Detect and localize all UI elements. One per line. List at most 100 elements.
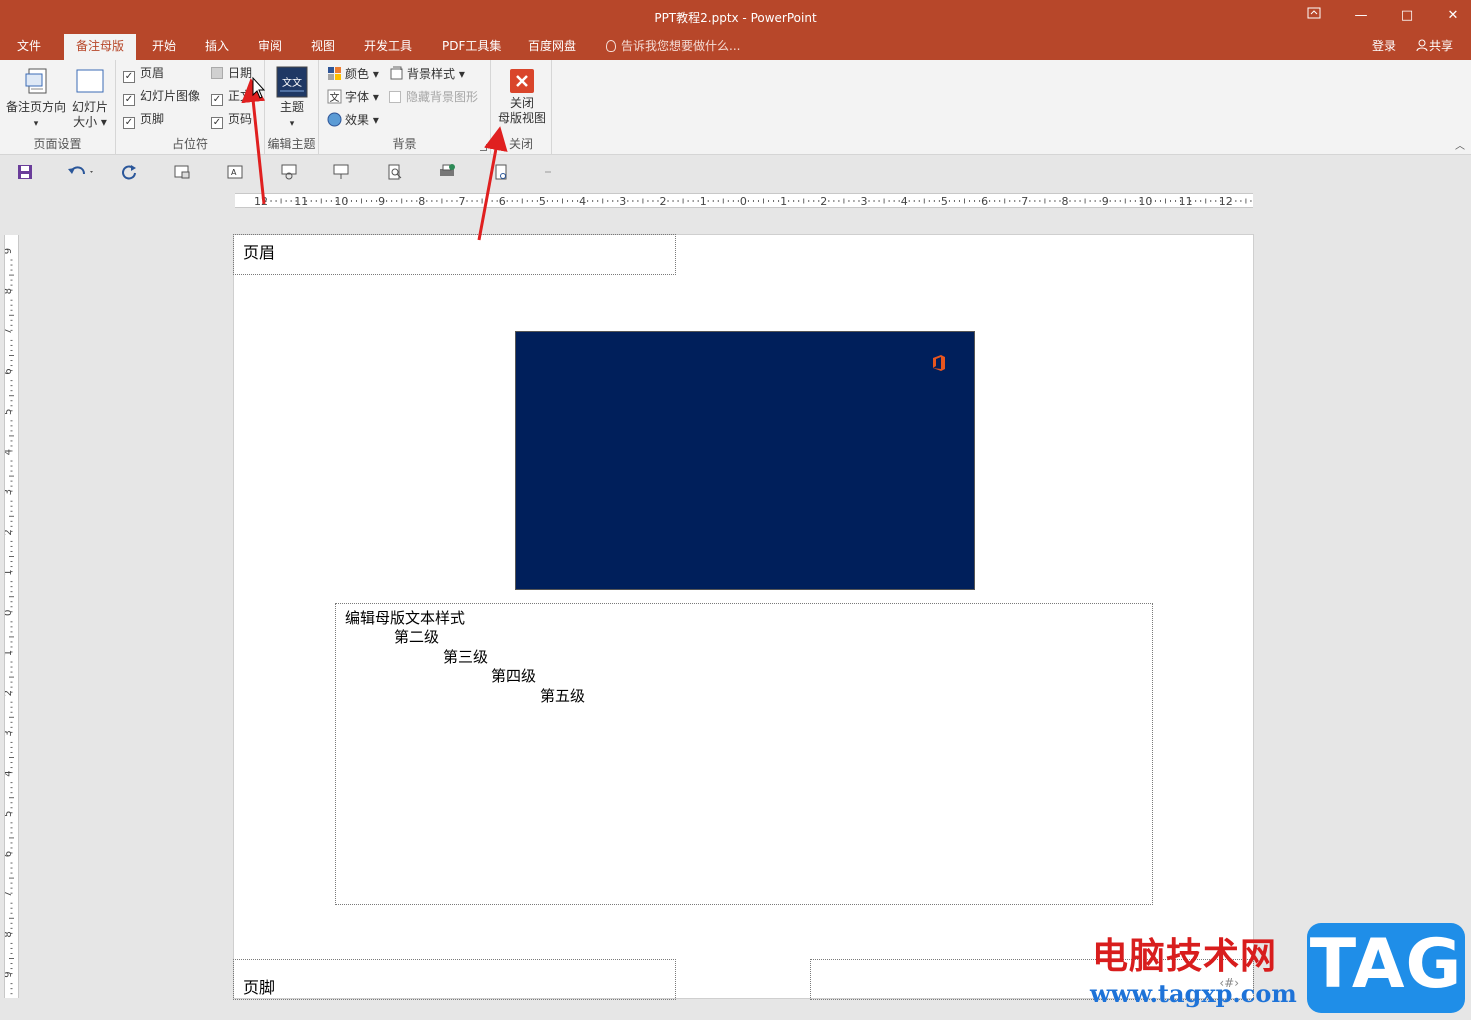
ruler-label: 1 [5,650,14,656]
ribbon: 备注页方向 ▾ 幻灯片 大小 ▾ 页面设置 ✓ 页眉 ✓ 幻灯片图像 ✓ 页脚 日期 … [0,60,1471,155]
colors-icon [328,67,341,80]
unchecked-box-icon [389,91,401,103]
tab-developer[interactable]: 开发工具 [352,34,424,60]
watermark-tag-logo: TAG [1307,923,1465,1013]
slide-image-placeholder[interactable] [515,331,975,590]
print-preview-icon[interactable] [386,163,404,181]
close-icon [510,69,534,93]
tab-insert[interactable]: 插入 [193,34,241,60]
close-window-button[interactable]: ✕ [1442,6,1464,26]
slide-size-label-2: 大小 ▾ [73,115,107,129]
ruler-label: 5 [539,195,546,207]
background-styles-button[interactable]: 背景样式 ▾ [389,64,465,84]
watermark-url: www.tagxp.com [1090,979,1297,1008]
horizontal-ruler: 12 11 10 9 8 7 6 5 4 3 2 1 0 1 2 3 4 5 6 7 8 9 10 11 12 [235,193,1253,208]
effects-button[interactable]: 效果 ▾ [327,110,379,130]
checkbox-date-label: 日期 [228,66,253,80]
watermark: 电脑技术网 www.tagxp.com TAG [1082,921,1471,1016]
text-box-icon[interactable]: A [226,163,244,181]
body-level-5: 第五级 [540,687,586,705]
undo-icon[interactable] [66,163,96,181]
page-orientation-icon [25,68,47,94]
check-icon: ✓ [123,71,135,83]
horizontal-ruler-ticks: 12 11 10 9 8 7 6 5 4 3 2 1 0 1 2 3 4 5 6 7 8 9 10 11 12 [254,195,1252,208]
save-icon[interactable] [16,163,34,181]
collapse-ribbon-icon[interactable]: ︿ [1455,137,1465,152]
checkbox-footer[interactable]: ✓ 页脚 [123,110,164,129]
group-label-placeholders: 占位符 [171,137,208,151]
ruler-label: 9 [378,195,385,207]
close-master-view-button[interactable]: 关闭 母版视图 [494,68,550,126]
body-level-3: 第三级 [443,648,489,666]
office-logo-icon [933,355,945,371]
hide-background-graphics-checkbox[interactable]: 隐藏背景图形 [389,87,478,107]
watermark-tag-text: TAG [1309,925,1463,1004]
document-icon[interactable] [492,163,510,181]
person-icon [1416,39,1428,52]
body-placeholder[interactable]: 编辑母版文本样式 第二级 第三级 第四级 第五级 [335,603,1153,905]
ruler-label: 0 [5,610,14,616]
ribbon-display-options-button[interactable] [1303,6,1325,26]
ruler-label: 4 [5,770,14,776]
tab-view[interactable]: 视图 [299,34,347,60]
svg-text:A: A [231,168,237,177]
slideshow-icon[interactable] [173,163,191,181]
body-level-4: 第四级 [491,667,537,685]
ruler-label: 4 [901,195,908,207]
tell-me-box[interactable]: 告诉我您想要做什么... [606,34,740,60]
svg-text:文文: 文文 [282,76,302,89]
check-icon: ✓ [123,94,135,106]
ruler-label: 5 [5,811,14,817]
share-button[interactable]: 共享 [1410,36,1459,58]
check-icon: ✓ [211,117,223,129]
ribbon-display-icon [1307,7,1321,19]
tab-notes-master[interactable]: 备注母版 [64,34,137,60]
ruler-label: 7 [5,891,14,897]
colors-button[interactable]: 颜色 ▾ [327,64,379,84]
checkbox-date[interactable]: 日期 [211,64,252,82]
tab-baidu-netdisk[interactable]: 百度网盘 [516,34,588,60]
ruler-label: 8 [5,931,14,937]
print-icon[interactable] [438,163,456,181]
redo-icon[interactable] [120,163,138,181]
maximize-button[interactable]: □ [1396,6,1418,26]
sign-in-link[interactable]: 登录 [1372,34,1396,58]
group-label-edit-theme: 编辑主题 [267,137,316,151]
ruler-label: 2 [5,529,14,535]
group-background: 颜色 ▾ 文字体 ▾ 效果 ▾ 背景样式 ▾ 隐藏背景图形 背景 [319,60,491,155]
tab-review[interactable]: 审阅 [246,34,294,60]
group-close: 关闭 母版视图 关闭 [491,60,552,155]
tab-file[interactable]: 文件 [5,34,53,60]
footer-placeholder[interactable]: 页脚 [233,959,676,1000]
fonts-button[interactable]: 文字体 ▾ [327,87,379,107]
close-master-label-1: 关闭 [509,96,534,110]
checkbox-header-label: 页眉 [140,66,165,80]
ruler-label: 3 [619,195,626,207]
ruler-label: 3 [5,730,14,736]
checkbox-slide-image[interactable]: ✓ 幻灯片图像 [123,87,201,106]
themes-arrow: ▾ [289,119,295,129]
themes-button[interactable]: 文文 主题 ▾ [269,66,315,132]
checkbox-slide-image-label: 幻灯片图像 [140,89,201,103]
checkbox-body[interactable]: ✓ 正文 [211,87,252,106]
tab-home[interactable]: 开始 [140,34,188,60]
projector-icon[interactable] [332,163,350,181]
ruler-label: 5 [941,195,948,207]
notes-page-orientation-button[interactable]: 备注页方向 ▾ [4,66,68,132]
minimize-button[interactable]: — [1350,6,1372,26]
vertical-ruler-ticks: 9 8 7 6 5 4 3 2 1 0 1 2 3 4 5 6 7 8 9 [3,248,14,995]
checkbox-header[interactable]: ✓ 页眉 [123,64,165,83]
header-placeholder[interactable]: 页眉 [233,234,676,275]
group-placeholders: ✓ 页眉 ✓ 幻灯片图像 ✓ 页脚 日期 ✓ 正文 ✓ 页码 占位符 [116,60,265,155]
body-level-2: 第二级 [394,628,440,646]
fonts-icon: 文 [327,89,342,104]
customize-qat-icon[interactable] [542,163,554,181]
slide-size-button[interactable]: 幻灯片 大小 ▾ [68,66,112,130]
unchecked-box-icon [211,67,223,79]
check-icon: ✓ [211,94,223,106]
tab-pdf-tools[interactable]: PDF工具集 [430,34,513,60]
slide-size-icon [76,69,104,93]
group-label-background: 背景 [392,137,417,151]
checkbox-page-number[interactable]: ✓ 页码 [211,110,252,129]
presenter-icon[interactable] [280,163,298,181]
